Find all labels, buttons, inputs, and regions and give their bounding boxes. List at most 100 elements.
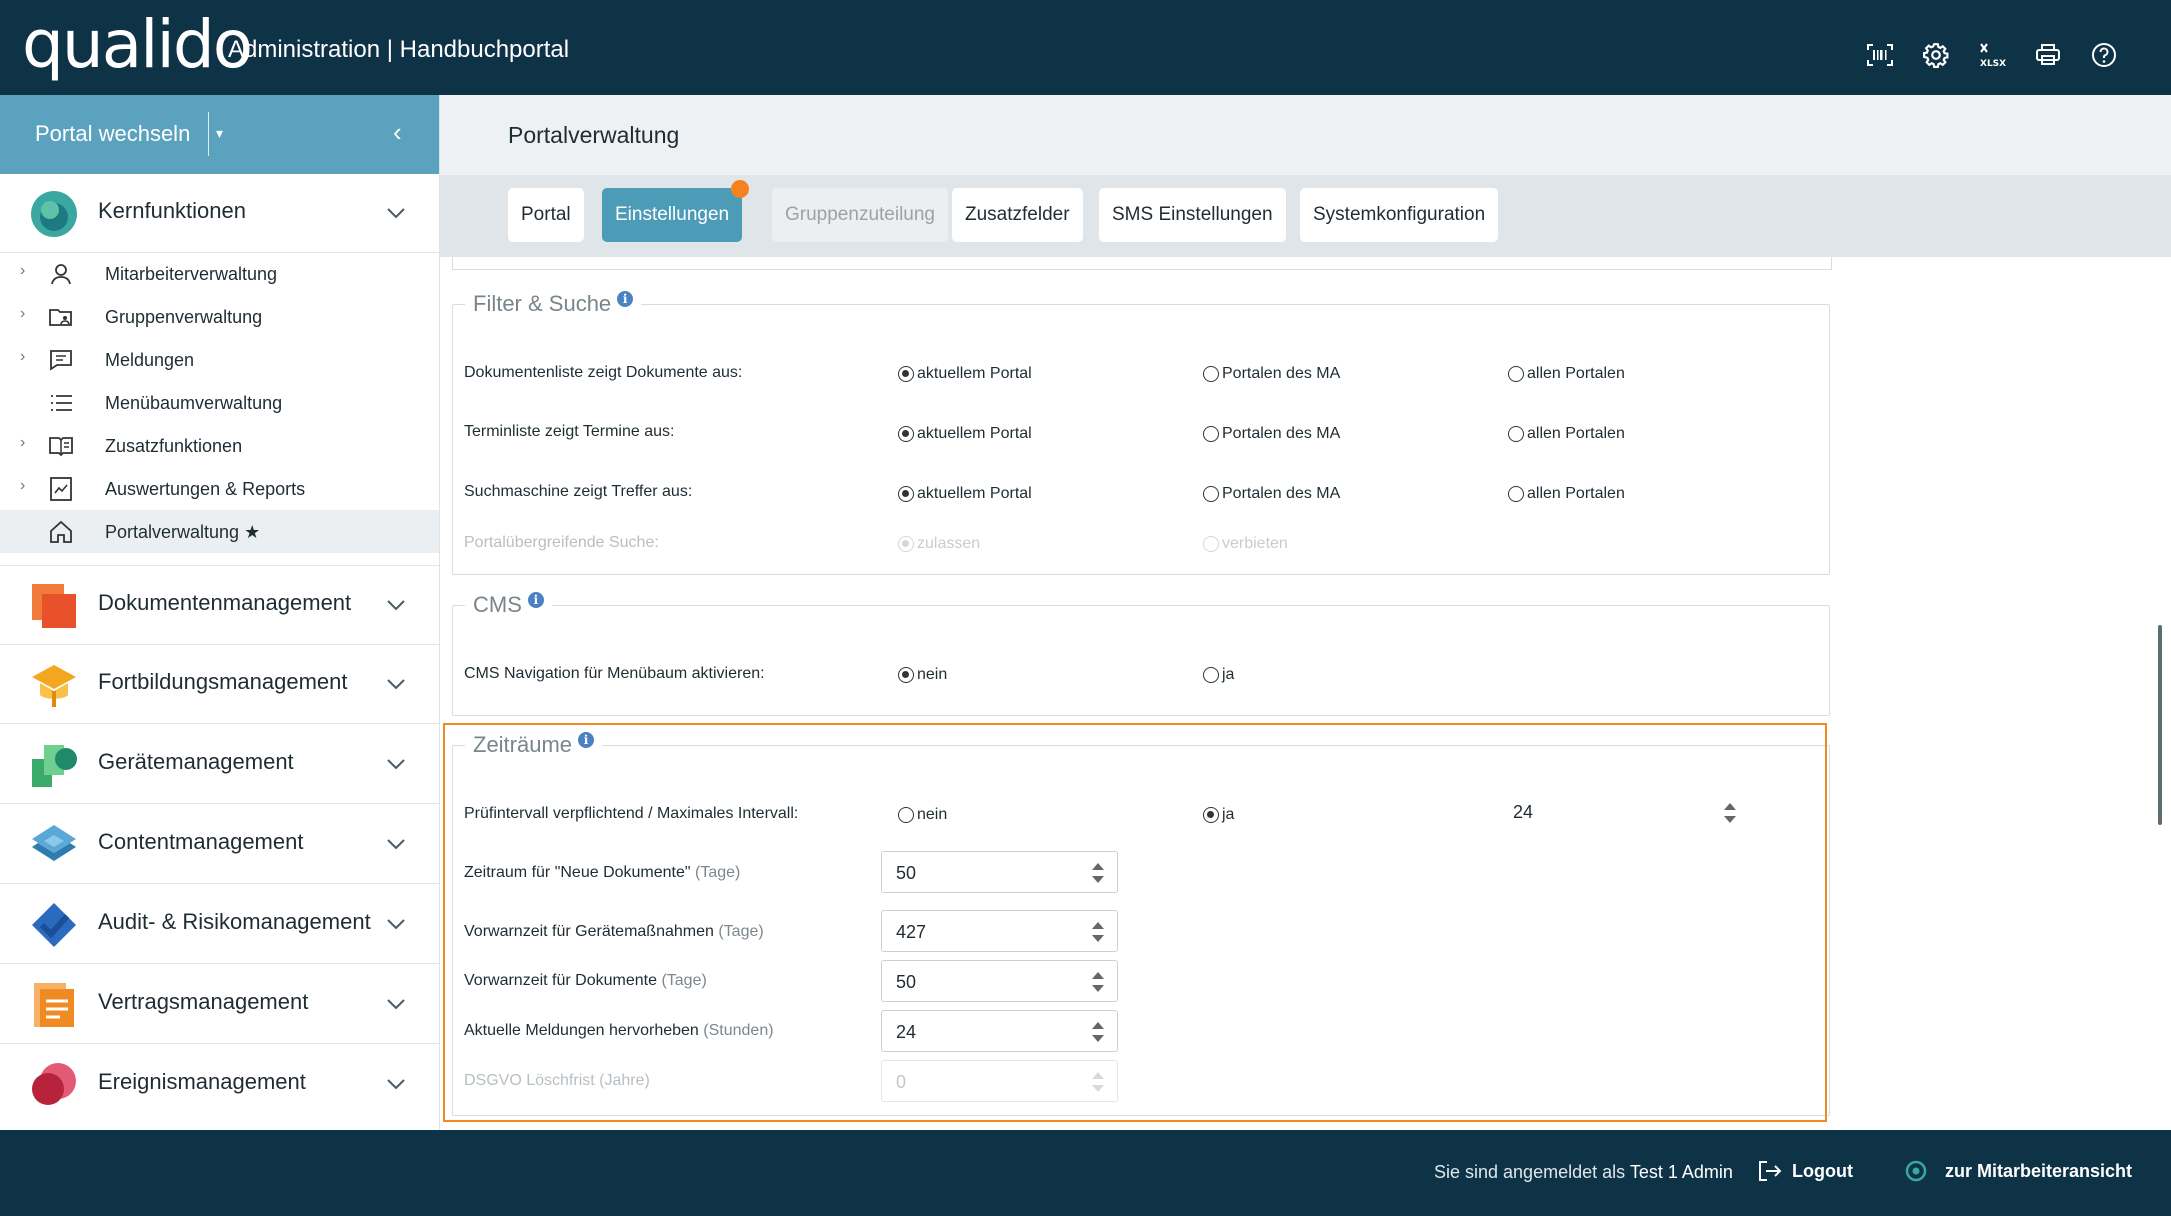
tab-systemkonfiguration[interactable]: Systemkonfiguration [1300, 188, 1499, 242]
tab-portal[interactable]: Portal [508, 188, 584, 242]
barcode-icon[interactable] [1865, 40, 1895, 70]
tab-label: Einstellungen [615, 204, 730, 225]
chevron-down-icon[interactable] [385, 833, 407, 855]
radio-circle[interactable] [898, 807, 914, 823]
expand-icon[interactable]: › [20, 348, 25, 366]
group-contentmanagement[interactable]: Contentmanagement [0, 805, 439, 884]
info-icon[interactable]: i [578, 732, 595, 748]
help-icon[interactable] [2089, 40, 2119, 70]
radio-option[interactable]: allen Portalen [1508, 365, 1625, 383]
expand-icon[interactable]: › [20, 477, 25, 495]
radio-circle[interactable] [1508, 486, 1524, 502]
list-icon [51, 395, 72, 411]
radio-circle[interactable] [898, 426, 914, 442]
spinner-icon[interactable] [1091, 862, 1105, 884]
sidebar: Portal wechseln ▾ ‹ Kernfunktionen › Mit… [0, 95, 440, 1130]
info-icon[interactable]: i [527, 592, 544, 608]
vorwarnzeit-dokumente-input[interactable]: 50 [881, 960, 1118, 1002]
row-label: Portalübergreifende Suche: [464, 534, 659, 551]
gear-icon[interactable] [1921, 40, 1951, 70]
app-logo[interactable]: qualido [22, 6, 253, 83]
group-audit[interactable]: Audit- & Risikomanagement [0, 885, 439, 964]
sidebar-item-portalverwaltung[interactable]: Portalverwaltung ★ [0, 510, 439, 553]
radio-option[interactable]: aktuellem Portal [898, 485, 1032, 503]
user-icon [51, 264, 71, 285]
radio-option[interactable]: nein [898, 806, 947, 824]
radio-circle[interactable] [1203, 366, 1219, 382]
logout-button[interactable]: Logout [1758, 1160, 1853, 1182]
radio-option[interactable]: allen Portalen [1508, 485, 1625, 503]
radio-circle[interactable] [898, 667, 914, 683]
radio-circle[interactable] [1203, 486, 1219, 502]
logout-icon [1759, 1161, 1782, 1181]
tab-einstellungen[interactable]: Einstellungen [602, 180, 750, 242]
radio-circle[interactable] [1203, 667, 1219, 683]
radio-option[interactable]: Portalen des MA [1203, 425, 1340, 443]
radio-circle[interactable] [1203, 807, 1219, 823]
portal-switch[interactable]: Portal wechseln ▾ ‹ [0, 95, 439, 174]
group-dokumentenmanagement[interactable]: Dokumentenmanagement [0, 565, 439, 645]
xlsx-icon[interactable]: XLSX [1977, 40, 2007, 70]
collapse-sidebar-icon[interactable]: ‹ [393, 117, 402, 148]
sidebar-item-mitarbeiterverwaltung[interactable]: › Mitarbeiterverwaltung [0, 252, 439, 295]
radio-circle[interactable] [1203, 426, 1219, 442]
chevron-down-icon[interactable] [385, 594, 407, 616]
chevron-down-icon[interactable] [385, 993, 407, 1015]
expand-icon[interactable]: › [20, 262, 25, 280]
radio-circle[interactable] [898, 366, 914, 382]
spinner-icon[interactable] [1091, 1021, 1105, 1043]
radio-option[interactable]: aktuellem Portal [898, 365, 1032, 383]
radio-option[interactable]: ja [1203, 806, 1234, 824]
radio-circle[interactable] [1508, 366, 1524, 382]
radio-option[interactable]: Portalen des MA [1203, 365, 1340, 383]
chevron-down-icon[interactable] [385, 753, 407, 775]
spinner-icon[interactable] [1091, 921, 1105, 943]
tab-sms-einstellungen[interactable]: SMS Einstellungen [1099, 188, 1286, 242]
neue-dokumente-input[interactable]: 50 [881, 851, 1118, 893]
switch-view-button[interactable]: zur Mitarbeiteransicht [1905, 1160, 2132, 1182]
chevron-down-icon[interactable] [385, 913, 407, 935]
previous-section-border [452, 257, 1832, 270]
vorwarnzeit-geraete-input[interactable]: 427 [881, 910, 1118, 952]
radio-option[interactable]: aktuellem Portal [898, 425, 1032, 443]
chevron-down-icon[interactable] [385, 202, 407, 224]
sidebar-item-gruppenverwaltung[interactable]: › Gruppenverwaltung [0, 295, 439, 338]
chevron-down-icon[interactable] [385, 1073, 407, 1095]
radio-option[interactable]: nein [898, 666, 947, 684]
caret-down-icon[interactable]: ▾ [216, 125, 223, 142]
group-ereignismanagement[interactable]: Ereignismanagement [0, 1045, 439, 1123]
group-fortbildungsmanagement[interactable]: Fortbildungsmanagement [0, 645, 439, 724]
radio-circle[interactable] [1508, 426, 1524, 442]
printer-icon[interactable] [2033, 40, 2063, 70]
row-label: Prüfintervall verpflichtend / Maximales … [464, 805, 799, 822]
vertrag-icon [34, 983, 74, 1027]
radio-circle[interactable] [898, 486, 914, 502]
field-label: DSGVO Löschfrist (Jahre) [464, 1072, 650, 1089]
radio-option[interactable]: ja [1203, 666, 1234, 684]
radio-circle [898, 536, 914, 552]
sidebar-item-meldungen[interactable]: › Meldungen [0, 338, 439, 381]
spinner-icon[interactable] [1091, 971, 1105, 993]
sidebar-item-label: Menübaumverwaltung [105, 393, 283, 413]
sidebar-item-auswertungen[interactable]: › Auswertungen & Reports [0, 467, 439, 510]
info-icon[interactable]: i [617, 291, 634, 307]
max-interval-value[interactable]: 24 [1513, 802, 1533, 823]
portal-switch-label[interactable]: Portal wechseln [35, 121, 190, 147]
dokumente-icon [32, 584, 76, 628]
expand-icon[interactable]: › [20, 434, 25, 452]
sidebar-item-zusatzfunktionen[interactable]: › Zusatzfunktionen [0, 424, 439, 467]
tab-zusatzfelder[interactable]: Zusatzfelder [952, 188, 1083, 242]
radio-option[interactable]: Portalen des MA [1203, 485, 1340, 503]
chevron-down-icon[interactable] [385, 673, 407, 695]
field-label: Zeitraum für "Neue Dokumente" (Tage) [464, 864, 741, 881]
spinner-icon[interactable] [1723, 802, 1737, 824]
group-geraetemanagement[interactable]: Gerätemanagement [0, 725, 439, 804]
expand-icon[interactable]: › [20, 305, 25, 323]
scrollbar[interactable] [2158, 625, 2162, 825]
radio-option[interactable]: allen Portalen [1508, 425, 1625, 443]
group-vertragsmanagement[interactable]: Vertragsmanagement [0, 965, 439, 1044]
sidebar-item-menuebaumverwaltung[interactable]: Menübaumverwaltung [0, 381, 439, 424]
group-kernfunktionen[interactable]: Kernfunktionen [0, 174, 439, 253]
tab-gruppenzuteilung[interactable]: Gruppenzuteilung [772, 188, 948, 242]
meldungen-hervorheben-input[interactable]: 24 [881, 1010, 1118, 1052]
